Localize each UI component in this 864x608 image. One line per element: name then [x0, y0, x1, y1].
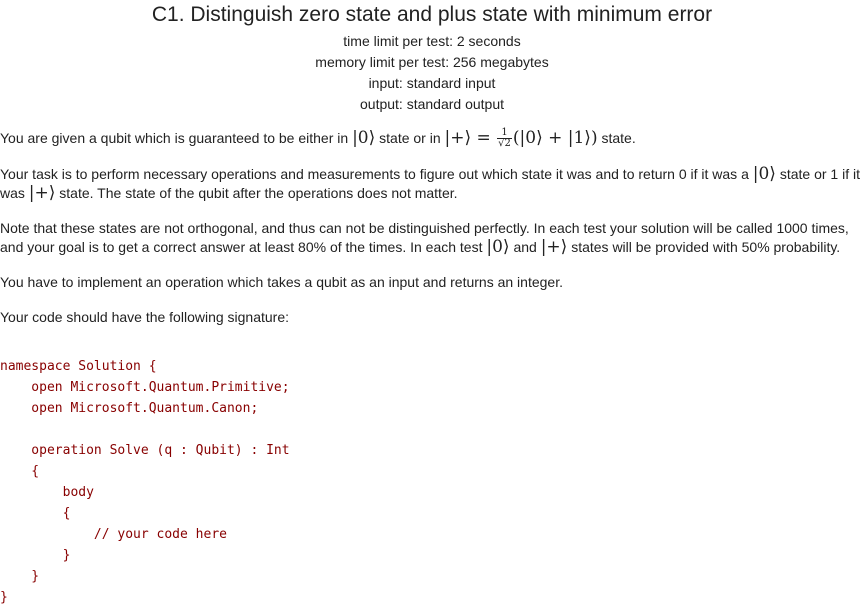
ket-zero: |0⟩: [752, 164, 776, 184]
ket-zero: |0⟩: [486, 237, 510, 257]
statement-paragraph-5: Your code should have the following sign…: [0, 309, 290, 325]
code-signature-block: namespace Solution { open Microsoft.Quan…: [0, 359, 290, 605]
output-spec: output: standard output: [360, 96, 504, 112]
text: You are given a qubit which is guarantee…: [0, 130, 353, 146]
ket-zero: |0⟩: [352, 128, 376, 148]
time-limit: time limit per test: 2 seconds: [343, 33, 521, 49]
ket-plus-formula: |+⟩ = 1 √2 (|0⟩ + |1⟩): [444, 128, 598, 149]
text: state.: [597, 130, 636, 146]
statement-paragraph-2: Your task is to perform necessary operat…: [0, 165, 860, 203]
ket-sum: (|0⟩ + |1⟩): [512, 128, 598, 148]
ket-plus: |+⟩: [540, 237, 568, 257]
ket-plus: |+⟩: [28, 183, 56, 203]
statement-paragraph-3: Note that these states are not orthogona…: [0, 219, 860, 257]
problem-statement: You are given a qubit which is guarantee…: [0, 128, 860, 343]
memory-limit: memory limit per test: 256 megabytes: [315, 54, 549, 70]
input-spec: input: standard input: [368, 75, 496, 91]
ket-plus: |+⟩ =: [444, 128, 497, 148]
text: and: [509, 239, 541, 255]
fraction: 1 √2: [497, 128, 512, 149]
fraction-denominator: √2: [498, 138, 511, 149]
statement-paragraph-1: You are given a qubit which is guarantee…: [0, 128, 860, 149]
statement-paragraph-4: You have to implement an operation which…: [0, 274, 563, 290]
problem-title: C1. Distinguish zero state and plus stat…: [151, 3, 713, 26]
text: state or in: [375, 130, 445, 146]
problem-header: C1. Distinguish zero state and plus stat…: [0, 0, 864, 115]
text: state. The state of the qubit after the …: [55, 185, 458, 201]
text: states will be provided with 50% probabi…: [567, 239, 841, 255]
text: Your task is to perform necessary operat…: [0, 166, 753, 182]
